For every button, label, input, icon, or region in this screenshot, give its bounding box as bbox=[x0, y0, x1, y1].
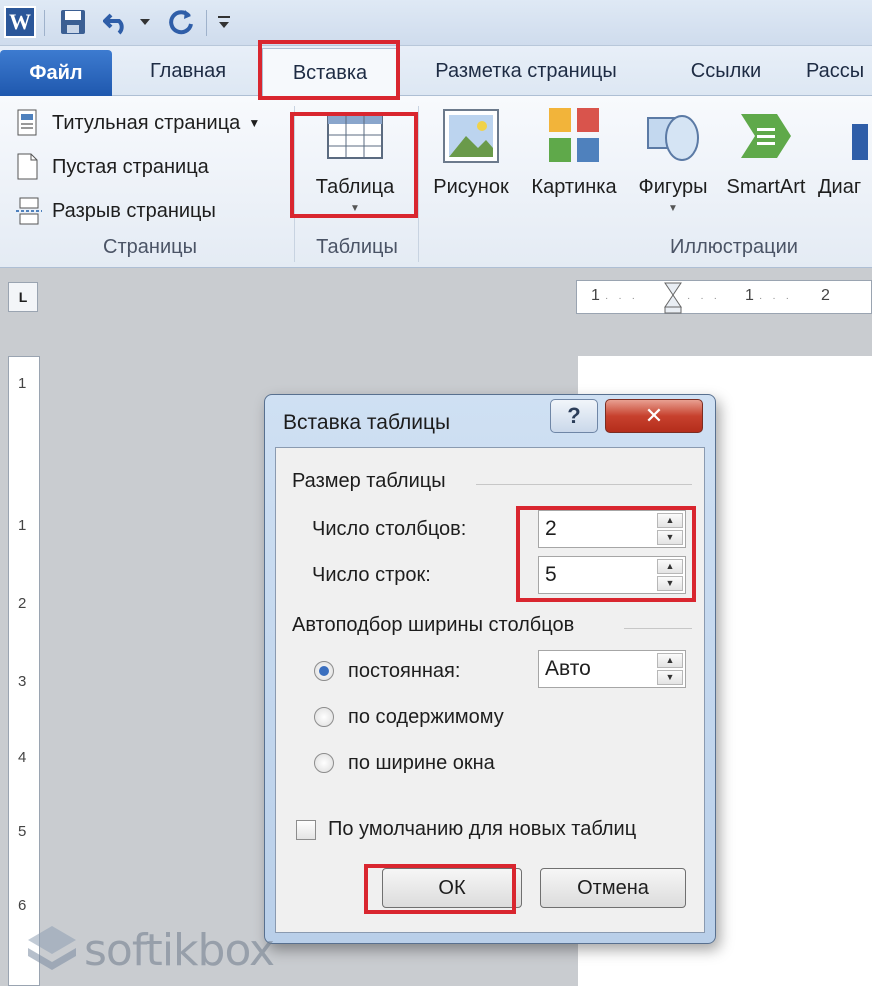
spin-down-icon[interactable]: ▼ bbox=[657, 670, 683, 685]
picture-button[interactable]: Рисунок bbox=[424, 104, 518, 199]
save-icon[interactable] bbox=[56, 6, 90, 38]
radio-autofit-contents[interactable]: по содержимому bbox=[314, 702, 504, 732]
tab-references[interactable]: Ссылки bbox=[670, 46, 782, 96]
shapes-button[interactable]: Фигуры ▼ bbox=[628, 104, 718, 214]
clipart-button[interactable]: Картинка bbox=[522, 104, 626, 199]
fixed-width-spinner[interactable]: Авто ▲ ▼ bbox=[538, 650, 686, 688]
group-separator bbox=[418, 106, 419, 262]
undo-icon[interactable] bbox=[100, 6, 134, 38]
ok-button[interactable]: ОК bbox=[382, 868, 522, 908]
group-label-pages: Страницы bbox=[103, 236, 197, 258]
radio-selected-icon[interactable] bbox=[314, 661, 334, 681]
tab-home[interactable]: Главная bbox=[128, 46, 248, 96]
dialog-title: Вставка таблицы bbox=[283, 411, 451, 434]
cover-page-icon bbox=[16, 109, 40, 137]
spin-down-icon[interactable]: ▼ bbox=[657, 530, 683, 545]
insert-table-dialog: Вставка таблицы ? ✕ Размер таблицы Число… bbox=[264, 394, 716, 944]
help-icon: ? bbox=[567, 403, 581, 428]
horizontal-ruler[interactable]: 1 ··· ··· 1 ··· 2 bbox=[576, 280, 872, 314]
blank-page-icon bbox=[16, 153, 40, 181]
redo-icon[interactable] bbox=[164, 6, 198, 38]
picture-icon bbox=[442, 104, 500, 168]
chevron-down-icon: ▼ bbox=[248, 116, 261, 130]
spin-down-icon[interactable]: ▼ bbox=[657, 576, 683, 591]
table-icon bbox=[326, 104, 384, 168]
section-divider bbox=[476, 484, 692, 485]
radio-fixed-width[interactable]: постоянная: bbox=[314, 656, 460, 686]
watermark-logo-icon bbox=[28, 926, 76, 970]
rows-label: Число строк: bbox=[312, 564, 431, 586]
smartart-button[interactable]: SmartArt bbox=[716, 104, 816, 199]
spin-up-icon[interactable]: ▲ bbox=[657, 513, 683, 528]
spin-up-icon[interactable]: ▲ bbox=[657, 653, 683, 668]
chart-button[interactable]: Диаг bbox=[818, 104, 872, 199]
shapes-icon bbox=[644, 104, 702, 168]
close-icon: ✕ bbox=[644, 403, 664, 428]
columns-value[interactable]: 2 bbox=[545, 517, 557, 541]
rows-spinner[interactable]: 5 ▲ ▼ bbox=[538, 556, 686, 594]
quick-access-toolbar: W bbox=[0, 0, 872, 46]
rows-value[interactable]: 5 bbox=[545, 563, 557, 587]
group-separator bbox=[294, 106, 295, 262]
default-for-new-tables-checkbox[interactable]: По умолчанию для новых таблиц bbox=[296, 818, 636, 841]
dialog-body: Размер таблицы Число столбцов: 2 ▲ ▼ Числ… bbox=[275, 447, 705, 933]
word-icon[interactable]: W bbox=[4, 6, 36, 38]
customize-qat-icon[interactable] bbox=[214, 6, 234, 38]
indent-marker-icon[interactable] bbox=[663, 281, 683, 315]
chart-icon bbox=[818, 104, 872, 168]
table-button[interactable]: Таблица ▼ bbox=[300, 104, 410, 214]
tab-selector-button[interactable]: L bbox=[8, 282, 38, 312]
radio-icon[interactable] bbox=[314, 753, 334, 773]
page-break-button[interactable]: Разрыв страницы bbox=[16, 194, 216, 228]
tab-page-layout[interactable]: Разметка страницы bbox=[410, 46, 642, 96]
close-button[interactable]: ✕ bbox=[605, 399, 703, 433]
tab-file[interactable]: Файл bbox=[0, 50, 112, 96]
tab-mailings[interactable]: Рассы bbox=[806, 46, 872, 96]
radio-autofit-window[interactable]: по ширине окна bbox=[314, 748, 495, 778]
section-divider bbox=[624, 628, 692, 629]
page-break-icon bbox=[16, 197, 42, 225]
cover-page-button[interactable]: Титульная страница ▼ bbox=[16, 106, 260, 140]
vertical-ruler[interactable]: 1 1 2 3 4 5 6 bbox=[8, 356, 40, 986]
ribbon-insert-panel: Титульная страница ▼ Пустая страница Раз… bbox=[0, 96, 872, 268]
columns-spinner[interactable]: 2 ▲ ▼ bbox=[538, 510, 686, 548]
chevron-down-icon: ▼ bbox=[668, 203, 678, 214]
size-section-title: Размер таблицы bbox=[292, 470, 446, 492]
chevron-down-icon: ▼ bbox=[350, 203, 360, 214]
blank-page-button[interactable]: Пустая страница bbox=[16, 150, 209, 184]
fixed-width-value[interactable]: Авто bbox=[545, 657, 591, 681]
clipart-icon bbox=[545, 104, 603, 168]
tab-insert[interactable]: Вставка bbox=[262, 48, 398, 97]
ribbon-tabs: Файл Главная Вставка Разметка страницы С… bbox=[0, 46, 872, 97]
watermark: softikbox bbox=[20, 920, 275, 980]
undo-dropdown-icon[interactable] bbox=[136, 6, 154, 38]
columns-label: Число столбцов: bbox=[312, 518, 467, 540]
spin-up-icon[interactable]: ▲ bbox=[657, 559, 683, 574]
cancel-button[interactable]: Отмена bbox=[540, 868, 686, 908]
group-label-tables: Таблицы bbox=[316, 236, 398, 258]
smartart-icon bbox=[737, 104, 795, 168]
help-button[interactable]: ? bbox=[550, 399, 598, 433]
toolbar-separator bbox=[206, 10, 207, 36]
toolbar-separator bbox=[44, 10, 45, 36]
checkbox-icon[interactable] bbox=[296, 819, 316, 840]
radio-icon[interactable] bbox=[314, 707, 334, 727]
autofit-section-title: Автоподбор ширины столбцов bbox=[292, 614, 575, 636]
group-label-illustrations: Иллюстрации bbox=[670, 236, 798, 258]
